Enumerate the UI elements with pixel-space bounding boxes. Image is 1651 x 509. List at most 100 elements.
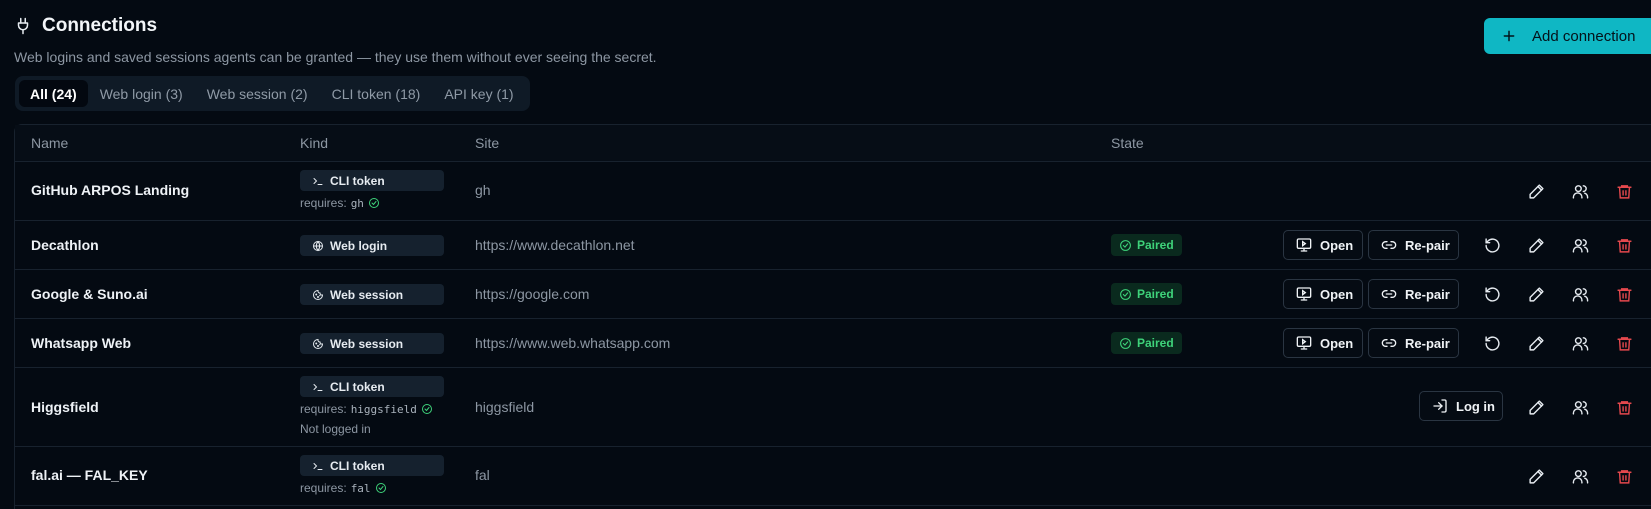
kind-badge: CLI token: [300, 455, 444, 476]
link-icon: [1381, 290, 1397, 298]
site-value: https://google.com: [475, 286, 590, 302]
kind-badge: Web session: [300, 284, 444, 305]
status-badge: Paired: [1111, 332, 1182, 354]
trash-icon: [1616, 400, 1632, 415]
tab-web-login[interactable]: Web login (3): [88, 80, 195, 107]
requires-binary: gh: [350, 196, 364, 210]
kind-label: CLI token: [330, 379, 385, 394]
table-row: Whatsapp Web Web session https://www.web…: [15, 319, 1651, 368]
edit-button[interactable]: [1527, 398, 1545, 416]
check-circle-icon: [421, 404, 432, 414]
tab-api-key[interactable]: API key (1): [432, 80, 525, 107]
open-button[interactable]: Open: [1283, 230, 1363, 260]
rotate-ccw-icon: [1484, 237, 1500, 253]
kind-label: Web session: [330, 336, 404, 351]
add-connection-label: Add connection: [1532, 27, 1636, 45]
access-button[interactable]: [1571, 182, 1589, 200]
terminal-icon: [313, 462, 323, 470]
requires-binary: higgsfield: [350, 402, 417, 416]
page-header: Connections Web logins and saved session…: [14, 14, 657, 65]
access-button[interactable]: [1571, 334, 1589, 352]
reset-button[interactable]: [1483, 285, 1501, 303]
pencil-icon: [1528, 286, 1544, 302]
table-header: Name Kind Site State: [15, 125, 1651, 162]
site-value: fal: [475, 467, 490, 483]
reset-button[interactable]: [1483, 334, 1501, 352]
users-icon: [1572, 287, 1588, 302]
reset-button[interactable]: [1483, 236, 1501, 254]
open-label: Open: [1320, 335, 1354, 351]
pencil-icon: [1528, 468, 1544, 484]
open-button[interactable]: Open: [1283, 328, 1363, 358]
tab-cli-token[interactable]: CLI token (18): [320, 80, 433, 107]
kind-cell: Web session: [300, 284, 444, 305]
delete-button[interactable]: [1615, 285, 1633, 303]
login-label: Log in: [1456, 398, 1495, 414]
check-circle-icon: [375, 483, 386, 493]
connection-name: GitHub ARPOS Landing: [31, 182, 190, 198]
terminal-icon: [313, 383, 323, 391]
delete-button[interactable]: [1615, 236, 1633, 254]
kind-cell: Web login: [300, 235, 444, 256]
access-button[interactable]: [1571, 236, 1589, 254]
requires-label: requires:: [300, 196, 347, 210]
plug-icon: [17, 17, 29, 35]
pencil-icon: [1528, 335, 1544, 351]
access-button[interactable]: [1571, 467, 1589, 485]
cookie-icon: [313, 338, 324, 349]
add-connection-button[interactable]: Add connection: [1484, 18, 1651, 54]
edit-button[interactable]: [1527, 467, 1545, 485]
site-value: https://www.web.whatsapp.com: [475, 335, 671, 351]
login-button[interactable]: Log in: [1419, 391, 1503, 421]
delete-button[interactable]: [1615, 182, 1633, 200]
connections-table: Name Kind Site State GitHub ARPOS Landin…: [14, 124, 1651, 509]
table-row: Higgsfield CLI token requires: higgsfiel…: [15, 368, 1651, 447]
requires-label: requires:: [300, 402, 347, 416]
connection-name: Decathlon: [31, 237, 99, 253]
link-icon: [1381, 241, 1397, 249]
access-button[interactable]: [1571, 285, 1589, 303]
edit-button[interactable]: [1527, 334, 1545, 352]
plus-icon: [1503, 30, 1515, 42]
check-circle-icon: [1120, 288, 1131, 300]
delete-button[interactable]: [1615, 467, 1633, 485]
rotate-ccw-icon: [1484, 335, 1500, 351]
repair-button[interactable]: Re-pair: [1368, 230, 1459, 260]
edit-button[interactable]: [1527, 182, 1545, 200]
edit-button[interactable]: [1527, 285, 1545, 303]
link-icon: [1381, 339, 1397, 347]
tab-web-session[interactable]: Web session (2): [195, 80, 320, 107]
check-circle-icon: [368, 198, 379, 208]
log-in-icon: [1433, 399, 1447, 413]
page-subtitle: Web logins and saved sessions agents can…: [14, 49, 657, 65]
rotate-ccw-icon: [1484, 286, 1500, 302]
open-label: Open: [1320, 237, 1354, 253]
edit-button[interactable]: [1527, 236, 1545, 254]
trash-icon: [1616, 336, 1632, 351]
requires-label: requires:: [300, 481, 347, 495]
trash-icon: [1616, 469, 1632, 484]
globe-icon: [313, 240, 323, 251]
access-button[interactable]: [1571, 398, 1589, 416]
repair-button[interactable]: Re-pair: [1368, 328, 1459, 358]
kind-label: CLI token: [330, 458, 385, 473]
status-label: Paired: [1137, 336, 1174, 350]
column-header-site: Site: [475, 135, 500, 151]
column-header-kind: Kind: [300, 135, 329, 151]
repair-label: Re-pair: [1405, 335, 1450, 351]
kind-badge: Web session: [300, 333, 444, 354]
tab-all[interactable]: All (24): [19, 80, 88, 107]
delete-button[interactable]: [1615, 398, 1633, 416]
repair-button[interactable]: Re-pair: [1368, 279, 1459, 309]
connection-name: Higgsfield: [31, 399, 99, 415]
requires-binary: fal: [350, 481, 371, 495]
trash-icon: [1616, 287, 1632, 302]
table-row: fal.ai — FAL_KEY CLI token requires: fal…: [15, 447, 1651, 506]
column-header-state: State: [1111, 135, 1144, 151]
delete-button[interactable]: [1615, 334, 1633, 352]
filter-tabs: All (24) Web login (3) Web session (2) C…: [15, 76, 530, 111]
open-button[interactable]: Open: [1283, 279, 1363, 309]
pencil-icon: [1528, 237, 1544, 253]
users-icon: [1572, 400, 1588, 415]
status-badge: Paired: [1111, 234, 1182, 256]
